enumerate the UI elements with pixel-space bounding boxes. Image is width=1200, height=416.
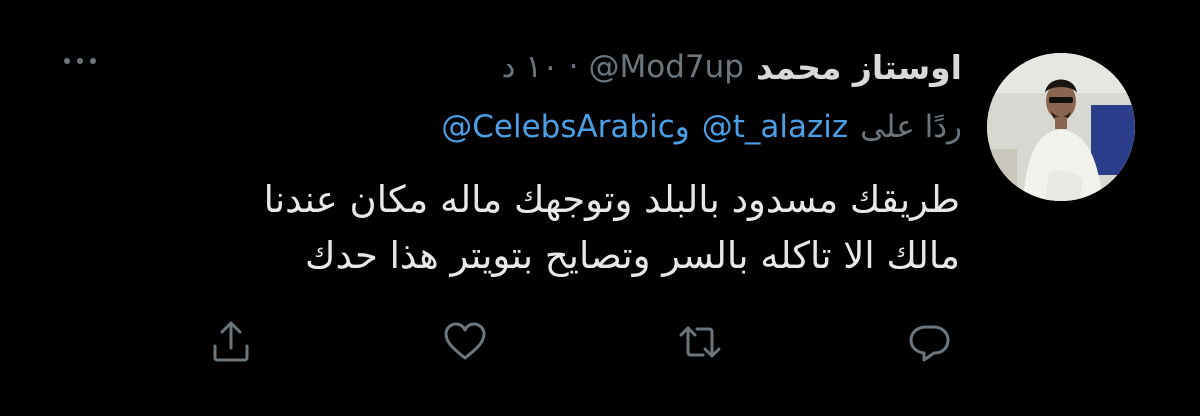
retweet-icon	[679, 326, 721, 358]
avatar-photo	[987, 53, 1135, 201]
comment-icon	[909, 325, 950, 362]
tweet-body-line: مالك الا تاكله بالسر وتصايح بتويتر هذا ح…	[305, 234, 960, 277]
tweet-body-line: طريقك مسدود بالبلد وتوجهك ماله مكان عندن…	[263, 178, 960, 221]
avatar[interactable]	[987, 53, 1135, 201]
like-button[interactable]	[441, 318, 489, 366]
more-options-icon[interactable]	[62, 51, 98, 71]
tweet-header: اوستاز محمد @Mod7up · ١٠ د	[502, 42, 962, 92]
author-handle[interactable]: @Mod7up	[589, 49, 744, 85]
reply-conjunction: و	[674, 109, 690, 145]
tweet-body: طريقك مسدود بالبلد وتوجهك ماله مكان عندن…	[140, 172, 960, 284]
reply-mention-celebsarabic[interactable]: @CelebsArabic	[441, 109, 675, 145]
like-icon	[444, 322, 486, 360]
tweet-timestamp[interactable]: ١٠ د	[502, 49, 559, 85]
comment-button[interactable]	[906, 318, 954, 366]
reply-mention-t-alaziz[interactable]: @t_alaziz	[702, 109, 848, 145]
reply-prefix: ردًا على	[860, 109, 962, 145]
tweet[interactable]: اوستاز محمد @Mod7up · ١٠ د ردًا على @t_a…	[0, 0, 1200, 416]
share-icon	[213, 321, 249, 362]
author-display-name[interactable]: اوستاز محمد	[756, 48, 962, 87]
retweet-button[interactable]	[676, 318, 724, 366]
reply-context: ردًا على @t_alaziz و @CelebsArabic	[441, 102, 962, 152]
share-button[interactable]	[207, 318, 255, 366]
header-separator: ·	[568, 49, 579, 85]
